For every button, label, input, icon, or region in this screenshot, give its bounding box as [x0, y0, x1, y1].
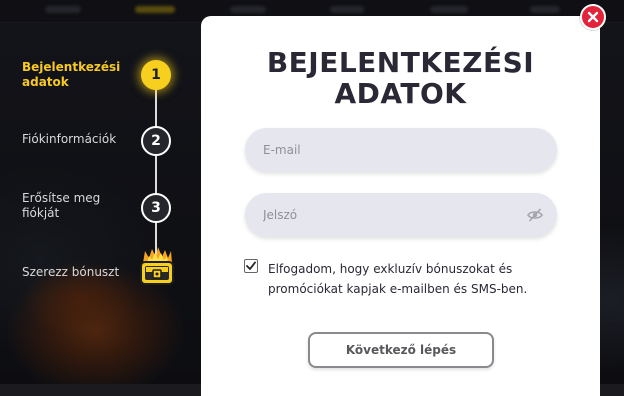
password-field[interactable] — [245, 193, 557, 237]
step-2-label-text: Fiókinformációk — [22, 132, 117, 146]
step-1-circle: 1 — [141, 60, 171, 90]
consent-text: Elfogadom, hogy exkluzív bónuszokat és p… — [268, 259, 568, 299]
step-3-label-line2: fiókját — [22, 206, 60, 220]
stepper-line — [155, 75, 157, 270]
step-3-label-line1: Erősítse meg — [22, 191, 101, 205]
consent-checkbox[interactable] — [244, 259, 258, 273]
consent-line1: Elfogadom, hogy exkluzív bónuszokat és — [268, 262, 513, 276]
close-button[interactable] — [580, 4, 606, 30]
modal-title: BEJELENTKEZÉSI ADATOK — [201, 47, 600, 109]
step-1-label-line2: adatok — [22, 75, 69, 89]
treasure-chest-icon — [137, 247, 177, 287]
password-input[interactable] — [245, 193, 557, 237]
step-2-label: Fiókinformációk — [22, 132, 132, 147]
step-4-label: Szerezz bónuszt — [22, 265, 132, 280]
step-2-circle: 2 — [141, 126, 171, 156]
modal-title-line1: BEJELENTKEZÉSI — [266, 46, 535, 79]
modal-title-line2: ADATOK — [334, 77, 467, 110]
checkmark-icon — [246, 261, 256, 270]
eye-slash-icon[interactable] — [527, 208, 543, 222]
email-input[interactable] — [245, 128, 557, 172]
consent-line2: promóciókat kapjak e-mailben és SMS-ben. — [268, 282, 528, 296]
step-1-label-line1: Bejelentkezési — [22, 60, 121, 74]
close-icon — [587, 11, 599, 23]
next-step-button[interactable]: Következő lépés — [308, 332, 494, 368]
step-3-circle: 3 — [141, 193, 171, 223]
step-4-label-text: Szerezz bónuszt — [22, 265, 120, 279]
step-1-label: Bejelentkezési adatok — [22, 60, 132, 90]
step-3-label: Erősítse meg fiókját — [22, 191, 132, 221]
email-field[interactable] — [245, 128, 557, 172]
